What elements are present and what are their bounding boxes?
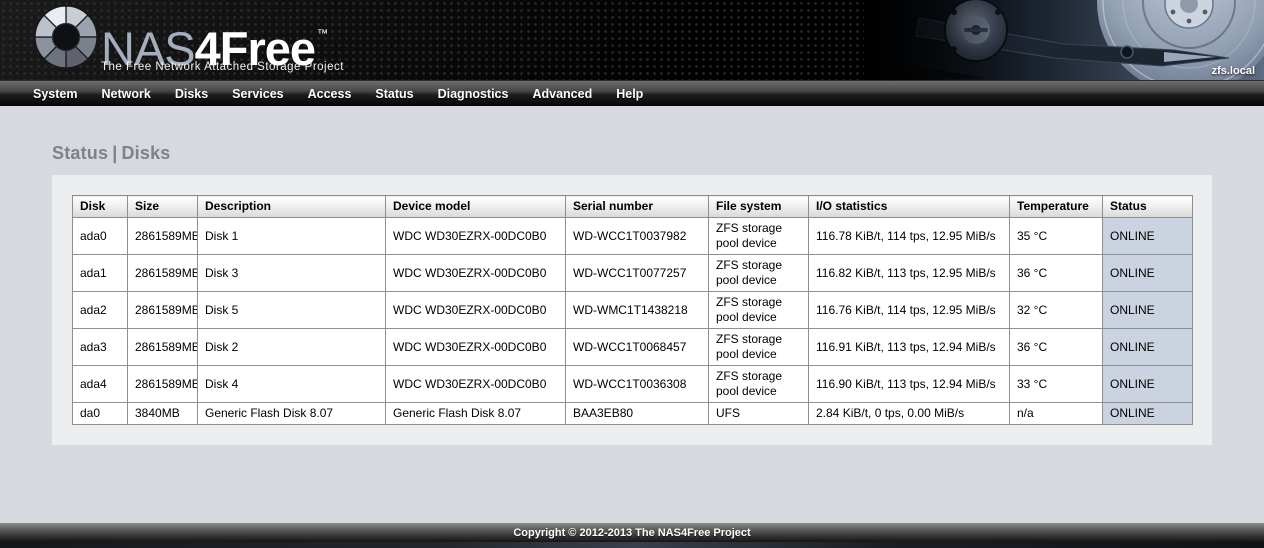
- cell-file-system: ZFS storage pool device: [709, 366, 809, 403]
- menu-item-services[interactable]: Services: [220, 87, 295, 101]
- nas4free-wheel-icon: [33, 4, 99, 70]
- cell-description: Disk 5: [198, 292, 386, 329]
- menu-item-access[interactable]: Access: [296, 87, 364, 101]
- cell-status: ONLINE: [1103, 329, 1193, 366]
- cell-size: 2861589MB: [128, 292, 198, 329]
- cell-size: 2861589MB: [128, 218, 198, 255]
- menu-item-network[interactable]: Network: [89, 87, 162, 101]
- cell-io-statistics: 116.90 KiB/t, 113 tps, 12.94 MiB/s: [809, 366, 1010, 403]
- cell-temperature: 36 °C: [1010, 329, 1103, 366]
- column-header-file-system: File system: [709, 196, 809, 218]
- menu-item-system[interactable]: System: [21, 87, 89, 101]
- header-banner: NAS4Free™ The Free Network Attached Stor…: [0, 0, 1264, 80]
- cell-description: Disk 2: [198, 329, 386, 366]
- column-header-size: Size: [128, 196, 198, 218]
- cell-description: Disk 3: [198, 255, 386, 292]
- cell-device-model: WDC WD30EZRX-00DC0B0: [386, 329, 566, 366]
- table-row-ada0: ada0 2861589MB Disk 1 WDC WD30EZRX-00DC0…: [73, 218, 1193, 255]
- cell-serial-number: BAA3EB80: [566, 403, 709, 425]
- cell-file-system: UFS: [709, 403, 809, 425]
- hostname-label: zfs.local: [1212, 65, 1255, 77]
- bottom-edge-strip: [0, 542, 1264, 548]
- cell-serial-number: WD-WCC1T0036308: [566, 366, 709, 403]
- cell-file-system: ZFS storage pool device: [709, 255, 809, 292]
- page-title-section: Status: [52, 143, 108, 163]
- cell-description: Disk 1: [198, 218, 386, 255]
- menu-item-status[interactable]: Status: [363, 87, 425, 101]
- cell-temperature: 32 °C: [1010, 292, 1103, 329]
- page-title-separator: |: [108, 143, 121, 163]
- cell-disk: ada2: [73, 292, 128, 329]
- trademark-symbol: ™: [317, 28, 327, 40]
- column-header-io-statistics: I/O statistics: [809, 196, 1010, 218]
- cell-status: ONLINE: [1103, 255, 1193, 292]
- table-row-ada2: ada2 2861589MB Disk 5 WDC WD30EZRX-00DC0…: [73, 292, 1193, 329]
- footer-bar: Copyright © 2012-2013 The NAS4Free Proje…: [0, 523, 1264, 542]
- page-title-page: Disks: [121, 143, 170, 163]
- column-header-description: Description: [198, 196, 386, 218]
- cell-status: ONLINE: [1103, 403, 1193, 425]
- column-header-status: Status: [1103, 196, 1193, 218]
- column-header-disk: Disk: [73, 196, 128, 218]
- photo-fade-overlay: [864, 0, 1264, 80]
- cell-device-model: WDC WD30EZRX-00DC0B0: [386, 218, 566, 255]
- table-row-ada4: ada4 2861589MB Disk 4 WDC WD30EZRX-00DC0…: [73, 366, 1193, 403]
- cell-serial-number: WD-WCC1T0068457: [566, 329, 709, 366]
- cell-file-system: ZFS storage pool device: [709, 329, 809, 366]
- table-header-row: Disk Size Description Device model Seria…: [73, 196, 1193, 218]
- cell-disk: ada3: [73, 329, 128, 366]
- column-header-temperature: Temperature: [1010, 196, 1103, 218]
- cell-disk: ada4: [73, 366, 128, 403]
- cell-disk: ada1: [73, 255, 128, 292]
- cell-io-statistics: 2.84 KiB/t, 0 tps, 0.00 MiB/s: [809, 403, 1010, 425]
- cell-io-statistics: 116.91 KiB/t, 113 tps, 12.94 MiB/s: [809, 329, 1010, 366]
- cell-file-system: ZFS storage pool device: [709, 218, 809, 255]
- cell-device-model: WDC WD30EZRX-00DC0B0: [386, 292, 566, 329]
- cell-disk: ada0: [73, 218, 128, 255]
- menu-item-help[interactable]: Help: [604, 87, 655, 101]
- cell-disk: da0: [73, 403, 128, 425]
- main-content: Status|Disks Disk Size Description Devic…: [0, 106, 1264, 445]
- brand-tagline: The Free Network Attached Storage Projec…: [101, 61, 344, 73]
- cell-description: Disk 4: [198, 366, 386, 403]
- table-row-da0: da0 3840MB Generic Flash Disk 8.07 Gener…: [73, 403, 1193, 425]
- cell-status: ONLINE: [1103, 366, 1193, 403]
- cell-io-statistics: 116.78 KiB/t, 114 tps, 12.95 MiB/s: [809, 218, 1010, 255]
- cell-device-model: WDC WD30EZRX-00DC0B0: [386, 366, 566, 403]
- menu-item-diagnostics[interactable]: Diagnostics: [426, 87, 521, 101]
- cell-temperature: 33 °C: [1010, 366, 1103, 403]
- column-header-serial-number: Serial number: [566, 196, 709, 218]
- cell-description: Generic Flash Disk 8.07: [198, 403, 386, 425]
- cell-size: 2861589MB: [128, 329, 198, 366]
- cell-temperature: n/a: [1010, 403, 1103, 425]
- column-header-device-model: Device model: [386, 196, 566, 218]
- cell-size: 2861589MB: [128, 366, 198, 403]
- menu-item-advanced[interactable]: Advanced: [520, 87, 604, 101]
- main-menubar: System Network Disks Services Access Sta…: [0, 80, 1264, 106]
- cell-device-model: Generic Flash Disk 8.07: [386, 403, 566, 425]
- copyright-text: Copyright © 2012-2013 The NAS4Free Proje…: [513, 527, 750, 539]
- cell-serial-number: WD-WCC1T0077257: [566, 255, 709, 292]
- cell-size: 2861589MB: [128, 255, 198, 292]
- cell-temperature: 36 °C: [1010, 255, 1103, 292]
- cell-status: ONLINE: [1103, 292, 1193, 329]
- cell-temperature: 35 °C: [1010, 218, 1103, 255]
- content-panel: Disk Size Description Device model Seria…: [52, 175, 1212, 445]
- cell-serial-number: WD-WCC1T0037982: [566, 218, 709, 255]
- cell-size: 3840MB: [128, 403, 198, 425]
- hard-drive-photo: zfs.local: [864, 0, 1264, 80]
- disks-table: Disk Size Description Device model Seria…: [72, 195, 1193, 425]
- cell-status: ONLINE: [1103, 218, 1193, 255]
- cell-io-statistics: 116.82 KiB/t, 113 tps, 12.95 MiB/s: [809, 255, 1010, 292]
- cell-serial-number: WD-WMC1T1438218: [566, 292, 709, 329]
- page-title: Status|Disks: [52, 106, 1212, 175]
- table-row-ada1: ada1 2861589MB Disk 3 WDC WD30EZRX-00DC0…: [73, 255, 1193, 292]
- cell-device-model: WDC WD30EZRX-00DC0B0: [386, 255, 566, 292]
- table-row-ada3: ada3 2861589MB Disk 2 WDC WD30EZRX-00DC0…: [73, 329, 1193, 366]
- cell-file-system: ZFS storage pool device: [709, 292, 809, 329]
- menu-item-disks[interactable]: Disks: [163, 87, 220, 101]
- cell-io-statistics: 116.76 KiB/t, 114 tps, 12.95 MiB/s: [809, 292, 1010, 329]
